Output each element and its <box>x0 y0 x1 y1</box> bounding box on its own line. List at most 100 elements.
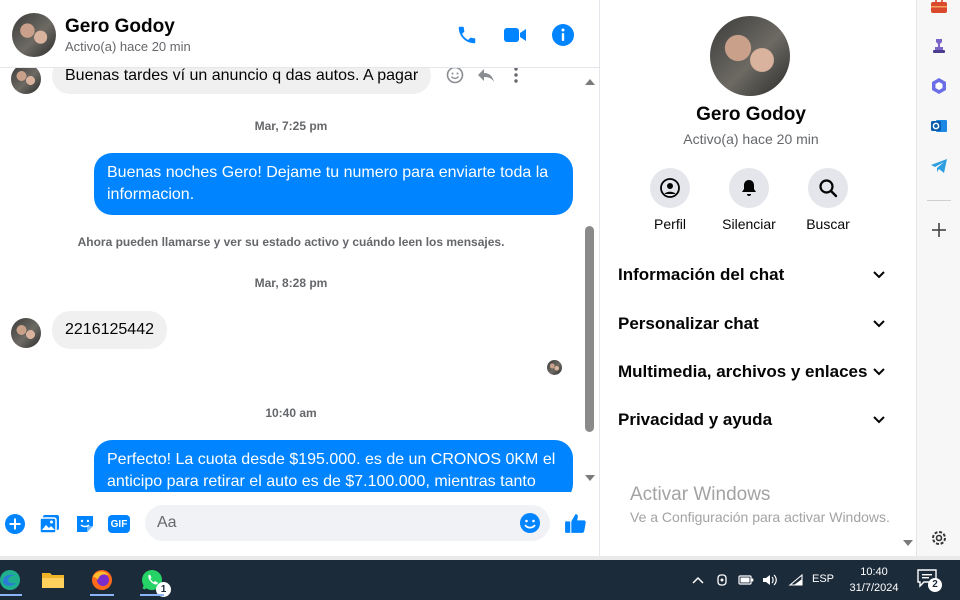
conversation-info-button[interactable] <box>550 22 576 48</box>
sidebar-games-button[interactable] <box>929 36 949 56</box>
read-receipt-avatar <box>547 360 562 375</box>
copilot-icon <box>932 78 946 94</box>
plus-icon <box>5 514 25 534</box>
sidebar-outlook-button[interactable] <box>929 116 949 136</box>
more-options-button[interactable] <box>510 68 522 84</box>
volume-control[interactable] <box>762 572 778 588</box>
active-indicator <box>90 594 114 596</box>
more-vertical-icon <box>514 68 518 83</box>
input-language[interactable]: ESP <box>812 573 834 585</box>
settings-icon <box>932 531 946 545</box>
taskbar-whatsapp[interactable]: 1 <box>132 564 172 597</box>
notification-count: 2 <box>928 578 942 592</box>
contact-name[interactable]: Gero Godoy <box>65 16 175 38</box>
system-clock[interactable]: 10:40 31/7/2024 <box>842 564 906 596</box>
meet-now-button[interactable] <box>715 572 731 588</box>
timestamp: 10:40 am <box>265 406 317 420</box>
section-label: Información del chat <box>618 265 785 284</box>
reply-button[interactable] <box>476 68 496 84</box>
sidebar-settings-button[interactable] <box>929 528 949 548</box>
gif-button[interactable]: GIF <box>107 512 131 536</box>
show-hidden-icons-button[interactable] <box>690 572 706 588</box>
section-label: Privacidad y ayuda <box>618 410 773 429</box>
active-indicator <box>140 594 164 596</box>
thumbs-up-icon <box>564 513 586 533</box>
profile-action-button[interactable]: Perfil <box>630 168 710 232</box>
sidebar-copilot-button[interactable] <box>929 76 949 96</box>
network-status[interactable] <box>788 572 804 588</box>
sender-avatar[interactable] <box>11 318 41 348</box>
more-actions-button[interactable] <box>3 512 27 536</box>
windows-taskbar: 1 ESP 10:40 31/7/2024 2 <box>0 560 960 600</box>
timestamp: Mar, 8:28 pm <box>254 276 328 290</box>
section-chat-info[interactable]: Información del chat <box>610 255 894 295</box>
section-label: Multimedia, archivos y enlaces <box>618 362 868 381</box>
file-explorer-icon <box>42 573 64 588</box>
sidebar-divider <box>927 200 951 201</box>
add-icon <box>932 223 946 237</box>
image-icon <box>39 515 59 534</box>
video-call-button[interactable] <box>502 22 528 48</box>
message-input[interactable] <box>145 505 550 541</box>
message-incoming[interactable]: 2216125442 <box>52 311 167 349</box>
message-text: Buenas tardes ví un anuncio q das autos.… <box>65 68 419 84</box>
message-text: Perfecto! La cuota desde $195.000. es de… <box>107 451 556 490</box>
mute-action-label: Silenciar <box>722 216 776 232</box>
search-action-label: Buscar <box>806 216 850 232</box>
phone-icon <box>458 26 476 44</box>
section-customize-chat[interactable]: Personalizar chat <box>610 304 894 344</box>
chevron-down-icon <box>873 416 885 424</box>
react-button[interactable] <box>446 68 464 84</box>
message-incoming[interactable]: Buenas tardes ví un anuncio q das autos.… <box>52 68 432 94</box>
sidebar-tools-button[interactable] <box>929 0 949 16</box>
section-media-files-links[interactable]: Multimedia, archivos y enlaces <box>610 352 894 392</box>
like-button[interactable] <box>562 510 588 536</box>
profile-name[interactable]: Gero Godoy <box>600 104 902 126</box>
search-action-button[interactable]: Buscar <box>788 168 868 232</box>
edge-icon <box>0 570 20 590</box>
message-outgoing[interactable]: Buenas noches Gero! Dejame tu numero par… <box>94 153 573 215</box>
mute-action-button[interactable]: Silenciar <box>709 168 789 232</box>
scroll-thumb[interactable] <box>585 226 594 432</box>
emoji-button[interactable] <box>519 512 541 534</box>
sidebar-telegram-button[interactable] <box>929 156 949 176</box>
composer: GIF <box>0 496 599 556</box>
clock-date: 31/7/2024 <box>849 582 899 594</box>
panel-scroll-down-arrow[interactable] <box>903 540 913 546</box>
scroll-down-arrow[interactable] <box>585 475 595 481</box>
taskbar-edge[interactable] <box>0 564 30 596</box>
outlook-icon <box>931 120 947 132</box>
scroll-up-arrow[interactable] <box>585 79 595 85</box>
sticker-icon <box>77 516 93 532</box>
system-notice: Ahora pueden llamarse y ver su estado ac… <box>77 235 505 249</box>
contact-status: Activo(a) hace 20 min <box>65 39 191 54</box>
voice-call-button[interactable] <box>454 22 480 48</box>
profile-avatar[interactable] <box>710 16 790 96</box>
wifi-icon <box>788 573 803 586</box>
contact-avatar[interactable] <box>12 13 56 57</box>
battery-status[interactable] <box>738 572 754 588</box>
search-icon <box>819 179 838 198</box>
sidebar-add-button[interactable] <box>929 220 949 240</box>
sticker-button[interactable] <box>73 512 97 536</box>
reply-icon <box>478 69 494 82</box>
chevron-up-icon <box>692 576 704 584</box>
message-list[interactable]: Buenas tardes ví un anuncio q das autos.… <box>0 68 582 492</box>
section-privacy-help[interactable]: Privacidad y ayuda <box>610 400 894 440</box>
clock-time: 10:40 <box>860 566 888 578</box>
message-outgoing[interactable]: Perfecto! La cuota desde $195.000. es de… <box>94 440 573 492</box>
message-text: Buenas noches Gero! Dejame tu numero par… <box>107 164 549 203</box>
timestamp: Mar, 7:25 pm <box>254 119 328 133</box>
sender-avatar[interactable] <box>11 68 41 94</box>
video-camera-icon <box>504 28 526 42</box>
games-icon <box>933 39 945 53</box>
taskbar-firefox[interactable] <box>82 564 122 596</box>
info-icon <box>552 24 574 46</box>
attach-image-button[interactable] <box>38 512 62 536</box>
chat-header: Gero Godoy Activo(a) hace 20 min <box>0 0 599 68</box>
chevron-down-icon <box>873 271 885 279</box>
telegram-icon <box>931 159 947 173</box>
conversation-info-panel: Gero Godoy Activo(a) hace 20 min Perfil … <box>600 0 913 556</box>
taskbar-file-explorer[interactable] <box>33 564 73 596</box>
browser-sidebar <box>916 0 960 556</box>
